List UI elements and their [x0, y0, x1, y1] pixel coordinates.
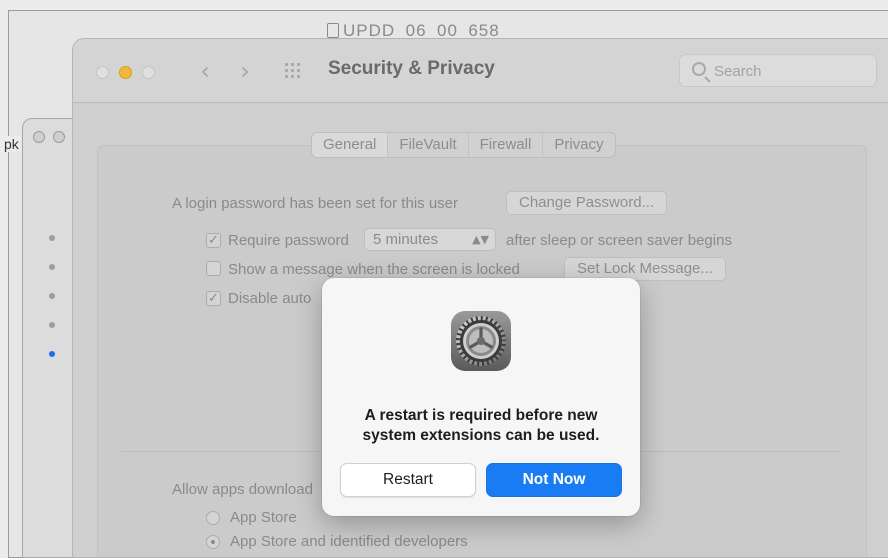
tab-bar: General FileVault Firewall Privacy [311, 132, 616, 158]
system-preferences-gear-icon [451, 311, 511, 371]
require-password-label: Require password [228, 232, 349, 249]
radio-identified-developers[interactable] [206, 535, 220, 549]
tab-filevault[interactable]: FileVault [388, 133, 469, 157]
change-password-button[interactable]: Change Password... [506, 191, 668, 215]
desktop: UPDD_06_00_658 pk ‹ › Security & Privacy [0, 0, 888, 558]
window-zoom-button[interactable] [142, 66, 155, 79]
require-password-value: 5 minutes [373, 231, 439, 248]
restart-button[interactable]: Restart [340, 463, 476, 497]
show-all-button[interactable] [285, 60, 305, 80]
side-window-minimize-button[interactable] [53, 131, 65, 143]
window-close-button[interactable] [96, 66, 109, 79]
window-title: Security & Privacy [328, 58, 495, 79]
sidebar-item-dot[interactable] [49, 235, 55, 241]
dialog-message-text: A restart is required before new system … [362, 407, 600, 444]
tab-general[interactable]: General [312, 133, 389, 157]
checkmark-icon: ✓ [208, 291, 219, 306]
sidebar-item-dot-active[interactable] [49, 351, 55, 357]
restart-alert-dialog: A restart is required before new system … [322, 278, 640, 516]
disable-auto-label: Disable auto [228, 290, 312, 307]
side-window-label: pk [2, 136, 21, 152]
require-password-checkbox[interactable]: ✓ [206, 233, 221, 248]
window-toolbar: ‹ › Security & Privacy [73, 39, 888, 103]
after-sleep-text: after sleep or screen saver begins [506, 232, 732, 249]
search-icon [692, 62, 706, 76]
login-password-text: A login password has been set for this u… [172, 195, 458, 212]
forward-button[interactable]: › [233, 57, 257, 85]
radio-identified-developers-label: App Store and identified developers [230, 533, 468, 550]
allow-apps-label: Allow apps download [172, 481, 313, 498]
chevron-left-icon: ‹ [200, 57, 210, 85]
tab-firewall[interactable]: Firewall [469, 133, 544, 157]
back-button[interactable]: ‹ [193, 57, 217, 85]
checkmark-icon: ✓ [208, 233, 219, 248]
radio-app-store[interactable] [206, 511, 220, 525]
chevron-right-icon: › [240, 57, 250, 85]
up-down-arrows-icon: ▲▼ [472, 233, 489, 246]
dialog-message: A restart is required before new system … [322, 406, 640, 446]
sidebar-item-dot[interactable] [49, 264, 55, 270]
disable-auto-checkbox[interactable]: ✓ [206, 291, 221, 306]
radio-app-store-label: App Store [230, 509, 297, 526]
require-password-popup[interactable]: 5 minutes ▲▼ [364, 228, 496, 251]
show-message-label: Show a message when the screen is locked [228, 261, 520, 278]
sidebar-item-dot[interactable] [49, 322, 55, 328]
search-input[interactable] [714, 61, 864, 81]
side-window-close-button[interactable] [33, 131, 45, 143]
not-now-button[interactable]: Not Now [486, 463, 622, 497]
document-icon [327, 23, 339, 38]
show-message-checkbox[interactable] [206, 261, 221, 276]
sidebar-item-dot[interactable] [49, 293, 55, 299]
window-minimize-button[interactable] [119, 66, 132, 79]
tab-privacy[interactable]: Privacy [543, 133, 614, 157]
search-field[interactable] [679, 54, 877, 87]
